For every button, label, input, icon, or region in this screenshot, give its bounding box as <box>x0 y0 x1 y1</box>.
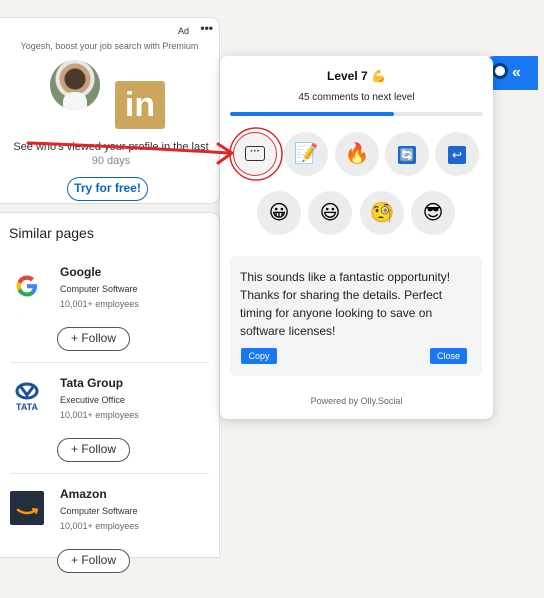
ad-description-cut: 90 days <box>91 155 131 167</box>
monocle-face-icon: 🧐 <box>369 202 395 224</box>
premium-ad-card: Ad ••• Yogesh, boost your job search wit… <box>0 18 219 203</box>
monocle-type-button[interactable]: 🧐 <box>360 191 404 235</box>
grinning-face-icon: 😀 <box>268 202 290 224</box>
company-name[interactable]: Tata Group <box>60 376 123 390</box>
return-arrow-icon: ↩ <box>448 145 466 164</box>
follow-button[interactable]: + Follow <box>57 438 130 462</box>
comment-type-button[interactable]: ··· <box>233 132 277 176</box>
company-name[interactable]: Google <box>60 265 101 279</box>
ad-description: See who's viewed your profile in the las… <box>6 140 216 168</box>
company-item-google: Google Computer Software 10,001+ employe… <box>0 265 219 376</box>
generated-comment-text[interactable]: This sounds like a fantastic opportunity… <box>240 268 474 340</box>
level-progress-fill <box>230 112 395 116</box>
follow-button[interactable]: + Follow <box>57 327 130 351</box>
level-progress-bar <box>230 112 483 116</box>
olly-popup: Level 7 💪 45 comments to next level ··· … <box>220 56 493 419</box>
company-type: Computer Software <box>60 284 138 294</box>
progress-text: 45 comments to next level <box>298 92 415 103</box>
company-type: Executive Office <box>60 395 125 405</box>
divider <box>10 473 209 474</box>
reply-type-button[interactable]: ↩ <box>435 132 479 176</box>
google-g-icon <box>16 275 37 297</box>
tata-logo-icon: TATA <box>10 380 44 414</box>
olly-owl-icon <box>492 63 508 79</box>
level-label: Level 7 <box>327 69 368 83</box>
collapse-chevron-icon: « <box>512 64 521 81</box>
memo-icon: 📝 <box>293 143 319 165</box>
ad-label: Ad <box>177 26 189 36</box>
company-employees: 10,001+ employees <box>60 410 139 420</box>
company-employees: 10,001+ employees <box>60 299 139 309</box>
generated-comment-box: This sounds like a fantastic opportunity… <box>230 256 482 376</box>
grinning-type-button[interactable]: 😀 <box>257 191 301 235</box>
fire-type-button[interactable]: 🔥 <box>335 132 379 176</box>
speech-bubble-icon: ··· <box>245 146 265 162</box>
powered-by-footer[interactable]: Powered by Olly.Social <box>220 396 493 406</box>
copy-button[interactable]: Copy <box>241 348 277 364</box>
ad-promo-text: Yogesh, boost your job search with Premi… <box>20 41 199 51</box>
user-avatar <box>50 60 100 110</box>
company-item-amazon: Amazon Computer Software 10,001+ employe… <box>0 487 219 598</box>
company-name[interactable]: Amazon <box>60 487 107 501</box>
linkedin-premium-logo: in <box>115 81 165 129</box>
company-type: Computer Software <box>60 506 138 516</box>
try-for-free-button[interactable]: Try for free! <box>67 177 148 201</box>
divider <box>10 362 209 363</box>
smiley-face-icon: 😃 <box>319 202 341 224</box>
follow-button[interactable]: + Follow <box>57 549 130 573</box>
amazon-logo-icon <box>10 491 44 525</box>
flexed-arm-icon: 💪 <box>371 69 386 83</box>
company-employees: 10,001+ employees <box>60 521 139 531</box>
sunglasses-type-button[interactable]: 😎 <box>411 191 455 235</box>
summary-type-button[interactable]: 📝 <box>284 132 328 176</box>
level-title: Level 7 💪 <box>220 69 493 83</box>
tata-logo-text: TATA <box>16 402 38 412</box>
more-options-icon[interactable]: ••• <box>200 21 213 35</box>
sunglasses-face-icon: 😎 <box>422 202 444 224</box>
rephrase-type-button[interactable]: 🔄 <box>385 132 429 176</box>
fire-icon: 🔥 <box>344 143 370 165</box>
smiley-type-button[interactable]: 😃 <box>308 191 352 235</box>
refresh-icon: 🔄 <box>398 145 416 164</box>
ad-description-main: See who's viewed your profile in the las… <box>13 141 209 153</box>
company-item-tata: TATA Tata Group Executive Office 10,001+… <box>0 376 219 487</box>
google-logo-icon <box>10 269 44 303</box>
similar-pages-title: Similar pages <box>9 225 94 241</box>
close-button[interactable]: Close <box>430 348 467 364</box>
similar-pages-card: Similar pages Google Computer Software 1… <box>0 213 219 573</box>
